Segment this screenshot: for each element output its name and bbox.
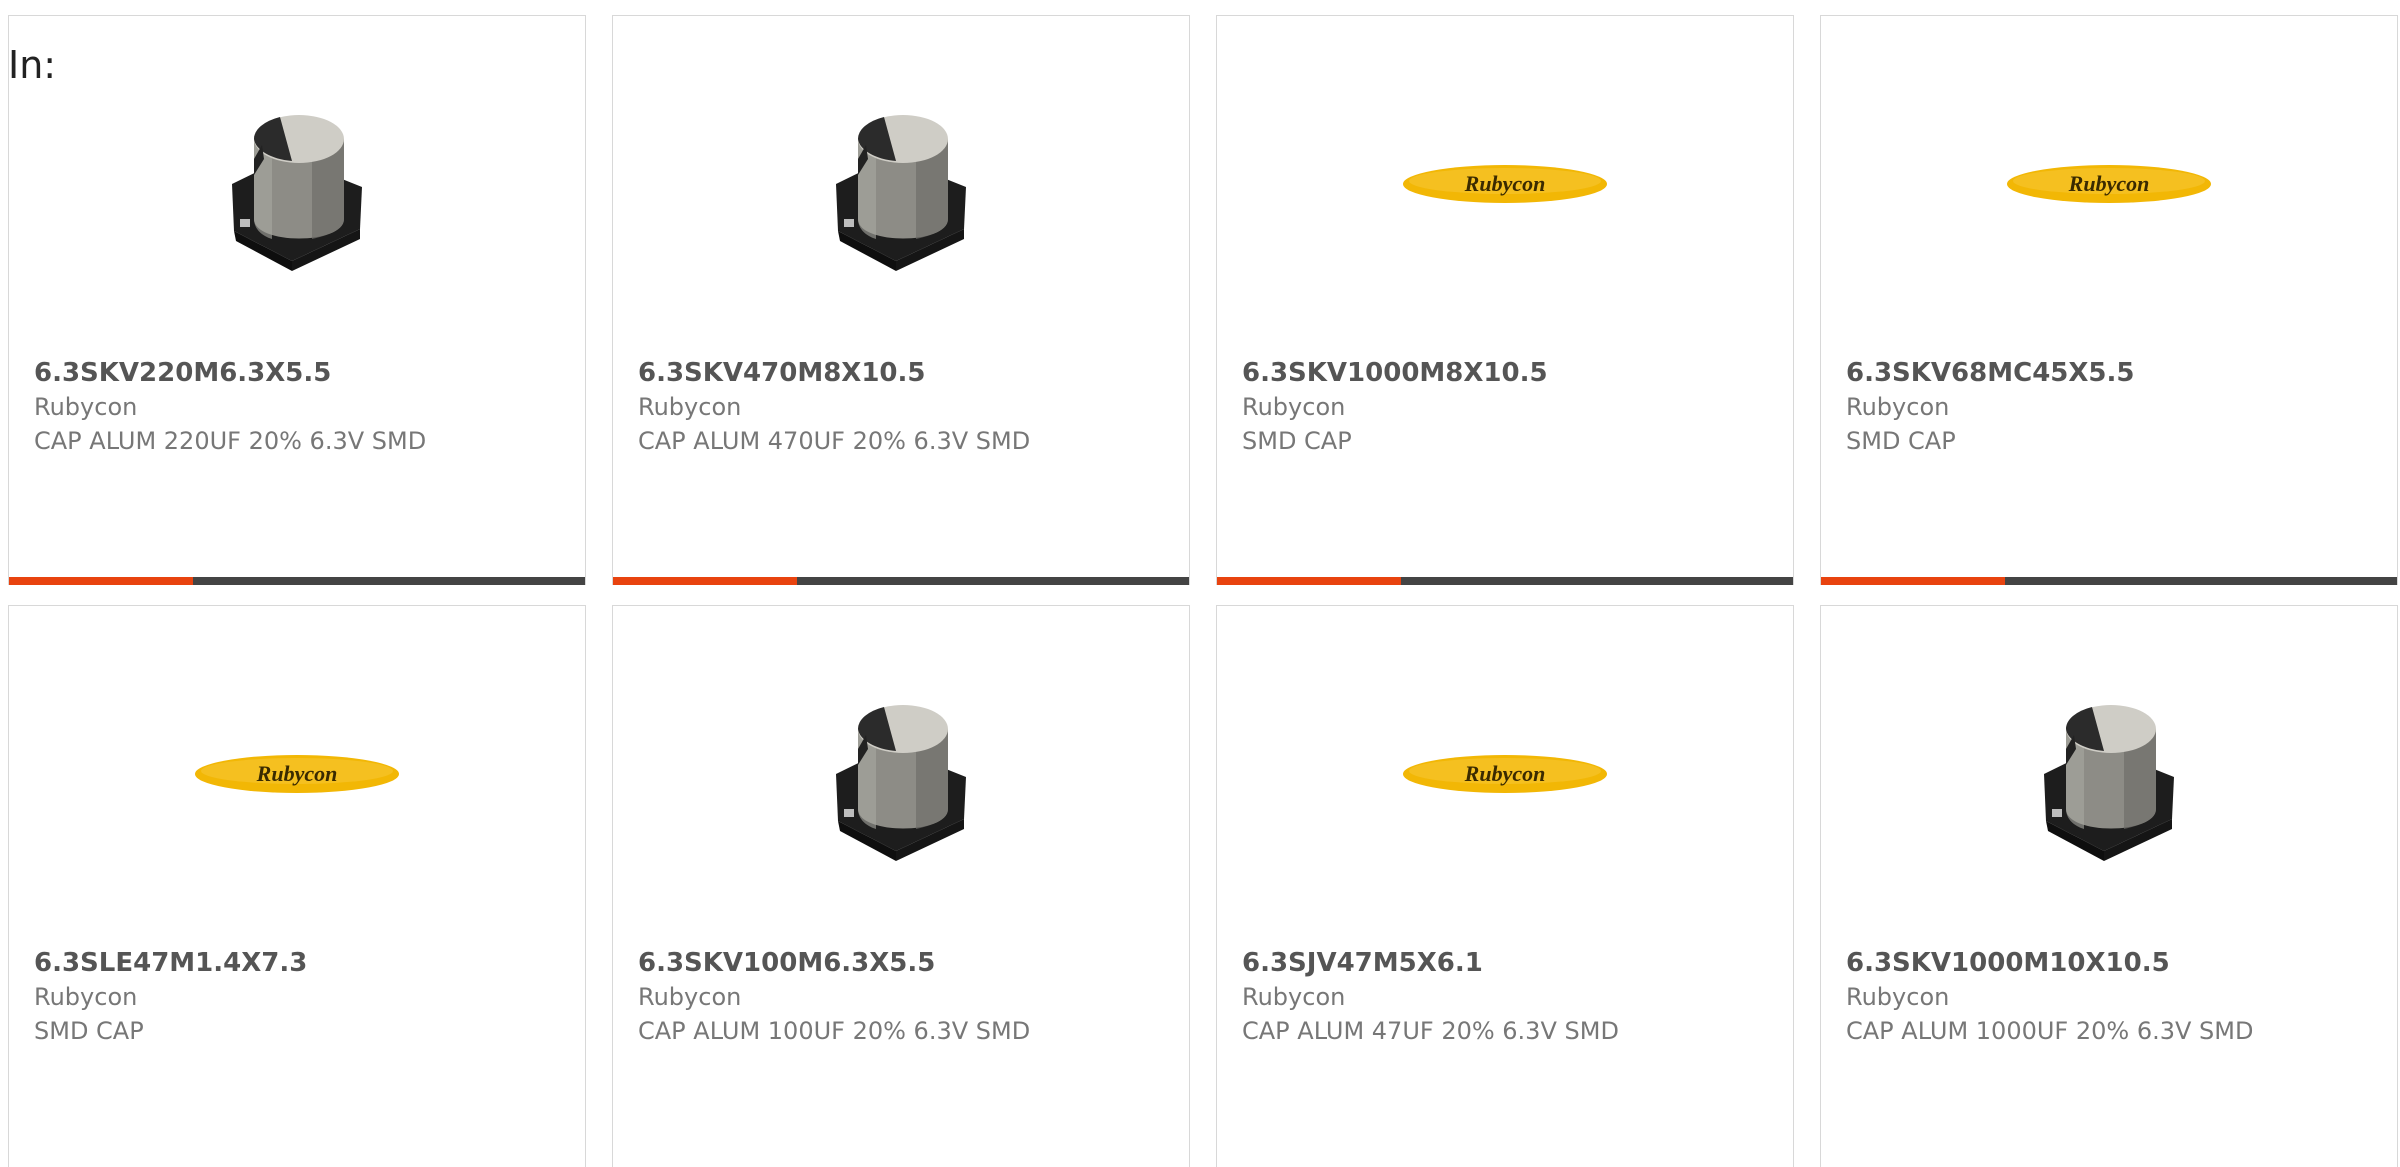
logo-text: Rubycon — [256, 761, 338, 786]
product-description: SMD CAP — [34, 1017, 144, 1045]
manufacturer: Rubycon — [1846, 393, 1950, 421]
progress-fill — [1217, 577, 1402, 585]
logo-text: Rubycon — [1464, 171, 1546, 196]
part-number[interactable]: 6.3SKV68MC45X5.5 — [1846, 356, 2266, 390]
product-description: SMD CAP — [1846, 427, 1956, 455]
product-card[interactable]: 6.3SKV1000M10X10.5 Rubycon CAP ALUM 1000UF… — [1820, 605, 2398, 1167]
product-card[interactable]: 6.3SKV100M6.3X5.5 Rubycon CAP ALUM 100UF 2… — [612, 605, 1190, 1167]
manufacturer: Rubycon — [1242, 983, 1346, 1011]
manufacturer: Rubycon — [1242, 393, 1346, 421]
product-card[interactable]: 6.3SKV220M6.3X5.5 Rubycon CAP ALUM 220UF 2… — [8, 15, 586, 585]
rubycon-logo: Rubycon — [1403, 165, 1607, 203]
product-image[interactable]: Rubycon — [1217, 84, 1793, 284]
product-image[interactable]: Rubycon — [9, 674, 585, 874]
progress-bar — [9, 577, 585, 585]
progress-bar — [1217, 577, 1793, 585]
product-card[interactable]: Rubycon 6.3SJV47M5X6.1 Rubycon CAP ALUM 47… — [1216, 605, 1794, 1167]
product-image[interactable] — [613, 79, 1189, 289]
product-info: 6.3SKV100M6.3X5.5 Rubycon CAP ALUM 100UF 2… — [638, 946, 1058, 1048]
product-info: 6.3SKV1000M10X10.5 Rubycon CAP ALUM 1000UF… — [1846, 946, 2266, 1048]
product-results-page: In: 6.3SKV220M6.3X5.5 Rubycon CAP ALUM 220… — [0, 0, 2400, 1167]
manufacturer: Rubycon — [34, 983, 138, 1011]
rubycon-logo: Rubycon — [195, 755, 399, 793]
part-number[interactable]: 6.3SKV1000M8X10.5 — [1242, 356, 1662, 390]
product-description: CAP ALUM 220UF 20% 6.3V SMD — [34, 427, 427, 455]
rubycon-logo: Rubycon — [1403, 755, 1607, 793]
logo-text: Rubycon — [1464, 761, 1546, 786]
product-info: 6.3SKV1000M8X10.5 Rubycon SMD CAP — [1242, 356, 1662, 458]
manufacturer: Rubycon — [1846, 983, 1950, 1011]
progress-fill — [613, 577, 798, 585]
product-description: CAP ALUM 100UF 20% 6.3V SMD — [638, 1017, 1031, 1045]
product-image[interactable]: Rubycon — [1821, 84, 2397, 284]
progress-fill — [1821, 577, 2006, 585]
product-grid: 6.3SKV220M6.3X5.5 Rubycon CAP ALUM 220UF 2… — [8, 15, 2400, 1167]
product-info: 6.3SKV470M8X10.5 Rubycon CAP ALUM 470UF 20… — [638, 356, 1058, 458]
capacitor-image — [2004, 669, 2214, 879]
part-number[interactable]: 6.3SKV470M8X10.5 — [638, 356, 1058, 390]
product-image[interactable]: Rubycon — [1217, 674, 1793, 874]
part-number[interactable]: 6.3SKV220M6.3X5.5 — [34, 356, 454, 390]
manufacturer: Rubycon — [34, 393, 138, 421]
product-info: 6.3SJV47M5X6.1 Rubycon CAP ALUM 47UF 20% 6… — [1242, 946, 1662, 1048]
part-number[interactable]: 6.3SLE47M1.4X7.3 — [34, 946, 454, 980]
product-description: SMD CAP — [1242, 427, 1352, 455]
product-image[interactable] — [1821, 669, 2397, 879]
product-card[interactable]: Rubycon 6.3SKV1000M8X10.5 Rubycon SMD CAP — [1216, 15, 1794, 585]
product-card[interactable]: 6.3SKV470M8X10.5 Rubycon CAP ALUM 470UF 20… — [612, 15, 1190, 585]
progress-bar — [1821, 577, 2397, 585]
product-card[interactable]: Rubycon 6.3SLE47M1.4X7.3 Rubycon SMD CAP — [8, 605, 586, 1167]
rubycon-logo: Rubycon — [2007, 165, 2211, 203]
product-description: CAP ALUM 470UF 20% 6.3V SMD — [638, 427, 1031, 455]
product-info: 6.3SLE47M1.4X7.3 Rubycon SMD CAP — [34, 946, 454, 1048]
product-image[interactable] — [9, 79, 585, 289]
progress-fill — [9, 577, 194, 585]
product-info: 6.3SKV220M6.3X5.5 Rubycon CAP ALUM 220UF 2… — [34, 356, 454, 458]
filter-label: In: — [8, 43, 57, 87]
part-number[interactable]: 6.3SKV1000M10X10.5 — [1846, 946, 2266, 980]
product-info: 6.3SKV68MC45X5.5 Rubycon SMD CAP — [1846, 356, 2266, 458]
capacitor-image — [192, 79, 402, 289]
part-number[interactable]: 6.3SJV47M5X6.1 — [1242, 946, 1662, 980]
progress-bar — [613, 577, 1189, 585]
part-number[interactable]: 6.3SKV100M6.3X5.5 — [638, 946, 1058, 980]
manufacturer: Rubycon — [638, 983, 742, 1011]
logo-text: Rubycon — [2068, 171, 2150, 196]
product-description: CAP ALUM 47UF 20% 6.3V SMD — [1242, 1017, 1619, 1045]
manufacturer: Rubycon — [638, 393, 742, 421]
product-card[interactable]: Rubycon 6.3SKV68MC45X5.5 Rubycon SMD CAP — [1820, 15, 2398, 585]
capacitor-image — [796, 79, 1006, 289]
product-image[interactable] — [613, 669, 1189, 879]
product-description: CAP ALUM 1000UF 20% 6.3V SMD — [1846, 1017, 2254, 1045]
capacitor-image — [796, 669, 1006, 879]
